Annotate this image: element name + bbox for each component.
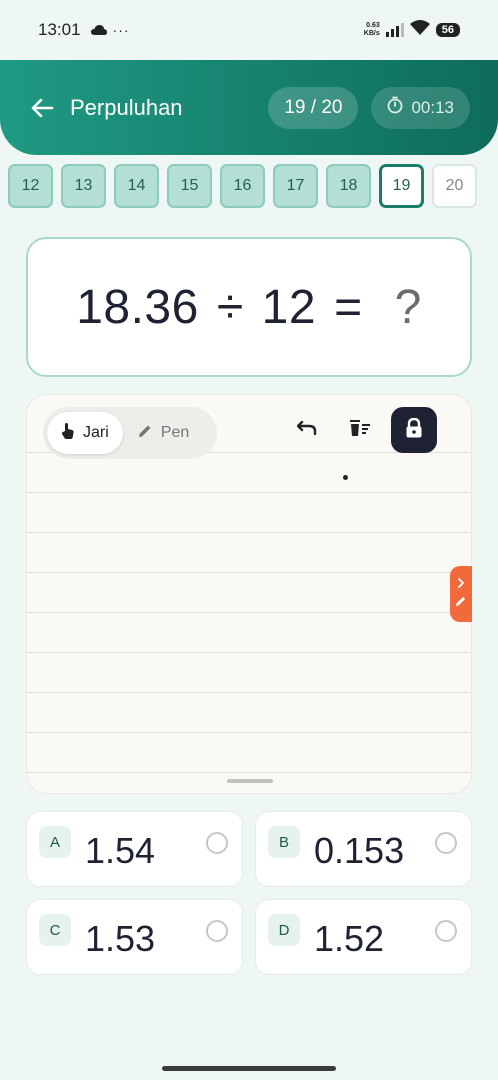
back-arrow-icon[interactable] — [28, 94, 56, 122]
finger-mode-button[interactable]: Jari — [47, 412, 123, 454]
option-value: 1.53 — [85, 918, 156, 959]
input-mode-toggle: Jari Pen — [43, 407, 217, 459]
timer-value: 00:13 — [411, 97, 454, 117]
option-letter: D — [268, 914, 300, 946]
unknown-answer: ? — [394, 280, 422, 334]
option-letter: C — [39, 914, 71, 946]
option-c[interactable]: C 1.53 — [26, 899, 243, 975]
radio-button[interactable] — [435, 920, 457, 942]
signal-icon — [385, 23, 404, 37]
question-tab-14[interactable]: 14 — [114, 164, 159, 208]
home-indicator[interactable] — [162, 1066, 336, 1071]
clear-button[interactable] — [338, 408, 382, 452]
finger-touch-icon — [61, 422, 75, 445]
pencil-icon — [137, 423, 153, 444]
option-value: 1.54 — [85, 830, 156, 871]
equals-sign: = — [334, 280, 363, 334]
status-time: 13:01 — [38, 20, 81, 39]
question-tab-16[interactable]: 16 — [220, 164, 265, 208]
chevron-right-icon — [457, 578, 465, 591]
timer: 00:13 — [371, 86, 470, 129]
question-tab-15[interactable]: 15 — [167, 164, 212, 208]
lock-button[interactable] — [391, 407, 437, 453]
operand-1: 18.36 — [76, 280, 199, 334]
resize-handle[interactable] — [227, 779, 273, 783]
question-progress: 19 / 20 — [268, 86, 359, 129]
ink-stroke — [343, 475, 348, 480]
network-speed: 0.63 KB/s — [363, 22, 380, 37]
side-drawer-tab[interactable] — [450, 566, 472, 622]
scratchpad-canvas[interactable]: Jari Pen — [26, 394, 472, 794]
finger-mode-label: Jari — [83, 424, 109, 441]
status-bar: 13:01 ··· 0.63 KB/s 56 — [0, 0, 498, 60]
pen-mode-button[interactable]: Pen — [123, 412, 203, 454]
radio-button[interactable] — [435, 832, 457, 854]
option-letter: B — [268, 826, 300, 858]
battery-icon: 56 — [435, 23, 460, 37]
option-value: 0.153 — [314, 830, 405, 871]
radio-button[interactable] — [206, 920, 228, 942]
question-card: 18.36 ÷ 12 = ? — [26, 237, 472, 377]
cloud-icon — [90, 22, 107, 38]
pen-mode-label: Pen — [160, 424, 190, 441]
option-a[interactable]: A 1.54 — [26, 811, 243, 887]
question-tab-19[interactable]: 19 — [379, 164, 424, 208]
option-b[interactable]: B 0.153 — [255, 811, 472, 887]
question-tab-17[interactable]: 17 — [273, 164, 318, 208]
question-tab-20[interactable]: 20 — [432, 164, 477, 208]
option-value: 1.52 — [314, 918, 385, 959]
lock-icon — [405, 417, 423, 443]
clear-icon — [349, 419, 371, 442]
top-header: Perpuluhan 19 / 20 00:13 — [0, 60, 498, 155]
question-navigator: 12 13 14 15 16 17 18 19 20 — [8, 164, 498, 208]
page-title: Perpuluhan — [70, 94, 183, 120]
question-tab-13[interactable]: 13 — [61, 164, 106, 208]
stopwatch-icon — [387, 96, 403, 119]
undo-icon — [296, 420, 317, 440]
wifi-icon — [409, 20, 430, 40]
pencil-icon — [455, 595, 467, 610]
option-letter: A — [39, 826, 71, 858]
radio-button[interactable] — [206, 832, 228, 854]
option-d[interactable]: D 1.52 — [255, 899, 472, 975]
operator: ÷ — [216, 280, 244, 334]
question-tab-18[interactable]: 18 — [326, 164, 371, 208]
operand-2: 12 — [261, 280, 317, 334]
question-tab-12[interactable]: 12 — [8, 164, 53, 208]
more-notifications-icon: ··· — [112, 22, 130, 38]
undo-button[interactable] — [285, 408, 329, 452]
